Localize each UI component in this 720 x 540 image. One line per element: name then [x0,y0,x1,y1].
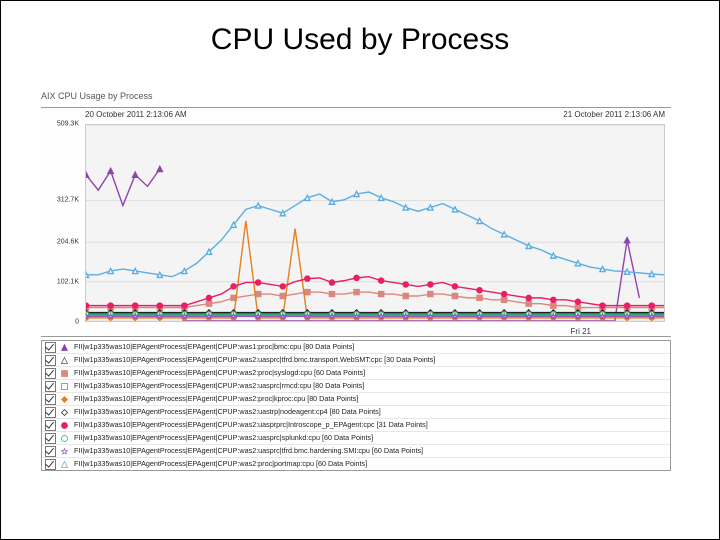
legend-checkbox[interactable] [45,459,56,470]
legend-checkbox[interactable] [45,433,56,444]
legend-marker-icon [60,369,69,378]
legend-checkbox[interactable] [45,446,56,457]
legend-row: FII|w1p335was10|EPAgentProcess|EPAgent|C… [42,406,670,419]
legend-checkbox[interactable] [45,381,56,392]
legend-marker-icon [60,447,69,456]
slide-title: CPU Used by Process [1,23,719,57]
legend-checkbox[interactable] [45,355,56,366]
legend-label: FII|w1p335was10|EPAgentProcess|EPAgent|C… [74,420,667,430]
chart-frame: 20 October 2011 2:13:06 AM 21 October 20… [41,107,671,337]
legend-label: FII|w1p335was10|EPAgentProcess|EPAgent|C… [74,368,667,378]
legend-label: FII|w1p335was10|EPAgentProcess|EPAgent|C… [74,433,667,443]
time-start: 20 October 2011 2:13:06 AM [85,110,187,119]
legend-checkbox[interactable] [45,342,56,353]
legend-marker-icon [60,408,69,417]
legend-marker-icon [60,460,69,469]
legend-label: FII|w1p335was10|EPAgentProcess|EPAgent|C… [74,381,667,391]
legend-row: FII|w1p335was10|EPAgentProcess|EPAgent|C… [42,445,670,458]
legend-row: FII|w1p335was10|EPAgentProcess|EPAgent|C… [42,354,670,367]
chart-subtitle: AIX CPU Usage by Process [41,91,671,101]
legend-label: FII|w1p335was10|EPAgentProcess|EPAgent|C… [74,342,667,352]
legend-label: FII|w1p335was10|EPAgentProcess|EPAgent|C… [74,459,667,469]
legend-label: FII|w1p335was10|EPAgentProcess|EPAgent|C… [74,446,667,456]
y-axis-labels: 0102.1K204.6K312.7K509.3K [41,124,83,322]
y-tick-label: 0 [75,319,79,326]
y-tick-label: 204.6K [57,239,79,246]
legend-marker-icon [60,421,69,430]
x-axis-major-label: Fri 21 [571,327,591,336]
legend-row: FII|w1p335was10|EPAgentProcess|EPAgent|C… [42,367,670,380]
legend-row: FII|w1p335was10|EPAgentProcess|EPAgent|C… [42,432,670,445]
monitoring-panel: AIX CPU Usage by Process 20 October 2011… [41,91,671,471]
legend-checkbox[interactable] [45,420,56,431]
time-end: 21 October 2011 2:13:06 AM [563,110,665,119]
y-tick-label: 509.3K [57,121,79,128]
legend-row: FII|w1p335was10|EPAgentProcess|EPAgent|C… [42,458,670,470]
plot-area[interactable] [85,124,665,322]
legend-marker-icon [60,356,69,365]
y-tick-label: 102.1K [57,279,79,286]
legend-checkbox[interactable] [45,407,56,418]
legend-marker-icon [60,343,69,352]
legend-label: FII|w1p335was10|EPAgentProcess|EPAgent|C… [74,394,667,404]
legend-row: FII|w1p335was10|EPAgentProcess|EPAgent|C… [42,393,670,406]
legend-row: FII|w1p335was10|EPAgentProcess|EPAgent|C… [42,419,670,432]
legend-checkbox[interactable] [45,394,56,405]
legend-row: FII|w1p335was10|EPAgentProcess|EPAgent|C… [42,380,670,393]
legend-label: FII|w1p335was10|EPAgentProcess|EPAgent|C… [74,355,667,365]
y-tick-label: 312.7K [57,197,79,204]
legend: FII|w1p335was10|EPAgentProcess|EPAgent|C… [41,340,671,471]
legend-marker-icon [60,434,69,443]
legend-marker-icon [60,395,69,404]
legend-label: FII|w1p335was10|EPAgentProcess|EPAgent|C… [74,407,667,417]
legend-checkbox[interactable] [45,368,56,379]
legend-marker-icon [60,382,69,391]
legend-row: FII|w1p335was10|EPAgentProcess|EPAgent|C… [42,341,670,354]
